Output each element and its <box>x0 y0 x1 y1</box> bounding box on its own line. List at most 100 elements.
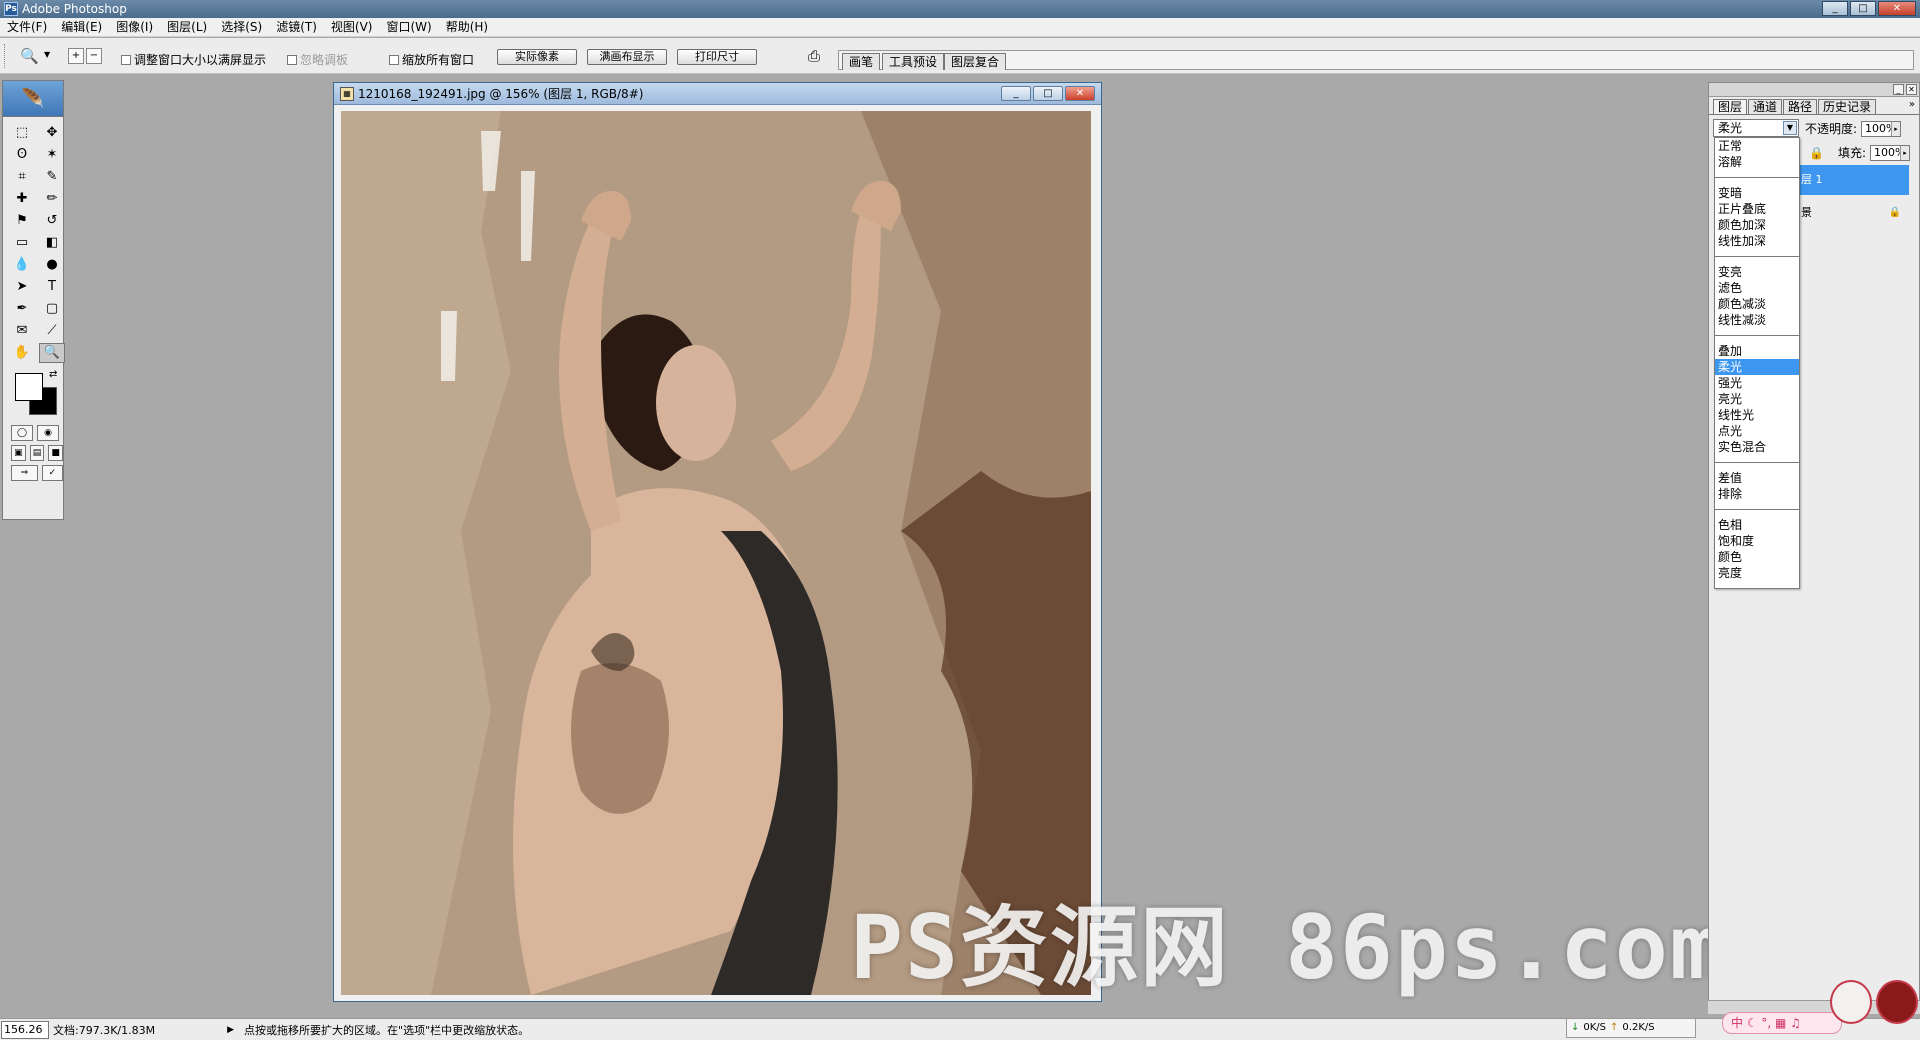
menu-item-3[interactable]: 图层(L) <box>160 18 214 37</box>
menu-item-5[interactable]: 滤镜(T) <box>269 18 324 37</box>
blend-mode-option[interactable]: 点光 <box>1715 423 1799 439</box>
blend-mode-option[interactable]: 柔光 <box>1715 359 1799 375</box>
lasso-tool-icon[interactable]: ʘ <box>9 145 35 165</box>
palette-well-tab-layer-comps[interactable]: 图层复合 <box>944 53 1007 70</box>
blend-mode-option[interactable]: 饱和度 <box>1715 533 1799 549</box>
blend-mode-option[interactable]: 亮光 <box>1715 391 1799 407</box>
blend-mode-option[interactable]: 线性减淡 <box>1715 312 1799 328</box>
toolbox-feather-logo[interactable]: 🪶 <box>3 81 63 117</box>
healing-tool-icon[interactable]: ✚ <box>9 189 35 209</box>
blend-mode-select[interactable]: 柔光 ▼ <box>1713 119 1799 137</box>
blend-mode-option[interactable]: 正常 <box>1715 138 1799 154</box>
tab-channels[interactable]: 通道 <box>1748 99 1783 114</box>
menu-item-1[interactable]: 编辑(E) <box>54 18 109 37</box>
eyedropper-tool-icon[interactable]: ⟋ <box>39 321 65 341</box>
close-button[interactable]: ✕ <box>1878 1 1916 16</box>
layer-row-background[interactable]: 景 🔒 <box>1797 198 1909 228</box>
zoom-in-icon[interactable]: + <box>68 48 84 64</box>
blend-mode-option[interactable]: 排除 <box>1715 486 1799 502</box>
hand-tool-icon[interactable]: ✋ <box>9 343 35 363</box>
menu-item-4[interactable]: 选择(S) <box>214 18 269 37</box>
opacity-field[interactable]: 100% ▸ <box>1861 120 1902 137</box>
blend-mode-option[interactable]: 色相 <box>1715 517 1799 533</box>
pen-tool-icon[interactable]: ✒ <box>9 299 35 319</box>
panel-close-icon[interactable]: ✕ <box>1906 84 1917 95</box>
blur-tool-icon[interactable]: 💧 <box>9 255 35 275</box>
chevron-down-icon[interactable]: ▼ <box>1783 121 1797 135</box>
screen-mode-standard-icon[interactable]: ▣ <box>11 445 26 461</box>
blend-mode-option[interactable]: 颜色 <box>1715 549 1799 565</box>
shape-tool-icon[interactable]: ▢ <box>39 299 65 319</box>
document-size-info[interactable]: 文档:797.3K/1.83M <box>53 1022 155 1038</box>
slice-tool-icon[interactable]: ✎ <box>39 167 65 187</box>
blend-mode-option[interactable]: 实色混合 <box>1715 439 1799 455</box>
crop-tool-icon[interactable]: ⌗ <box>9 167 35 187</box>
zoom-out-icon[interactable]: − <box>86 48 102 64</box>
gradient-tool-icon[interactable]: ◧ <box>39 233 65 253</box>
eraser-tool-icon[interactable]: ▭ <box>9 233 35 253</box>
menu-item-7[interactable]: 窗口(W) <box>379 18 438 37</box>
layers-panel-header[interactable]: _ ✕ <box>1709 83 1919 97</box>
network-monitor-widget[interactable]: ↓ 0K/S ↑ 0.2K/S <box>1566 1018 1696 1038</box>
document-canvas-photo[interactable] <box>341 111 1091 995</box>
fill-stepper-icon[interactable]: ▸ <box>1900 145 1909 160</box>
document-maximize-button[interactable]: □ <box>1033 86 1063 101</box>
menu-item-8[interactable]: 帮助(H) <box>439 18 495 37</box>
actual-pixels-button[interactable]: 实际像素 <box>497 49 577 65</box>
palette-well-tab-tool-presets[interactable]: 工具预设 <box>882 53 945 70</box>
move-tool-icon[interactable]: ✥ <box>39 123 65 143</box>
palette-well-tab-brushes[interactable]: 画笔 <box>842 53 881 70</box>
screen-mode-full-icon[interactable]: ■ <box>48 445 64 461</box>
ime-toolbar[interactable]: 中 ☾ °, ▦ ♫ <box>1722 1012 1842 1034</box>
blend-mode-option[interactable]: 亮度 <box>1715 565 1799 581</box>
imageready-check-icon[interactable]: ✓ <box>41 465 63 481</box>
blend-mode-option[interactable]: 正片叠底 <box>1715 201 1799 217</box>
brush-tool-icon[interactable]: ✏ <box>39 189 65 209</box>
fill-field[interactable]: 100% ▸ <box>1870 144 1910 161</box>
tab-layers[interactable]: 图层 <box>1713 99 1748 114</box>
blend-mode-option[interactable]: 线性加深 <box>1715 233 1799 249</box>
notes-tool-icon[interactable]: ✉ <box>9 321 35 341</box>
blend-mode-option[interactable]: 滤色 <box>1715 280 1799 296</box>
tool-preset-dropdown-icon[interactable]: ▼ <box>44 50 50 59</box>
dodge-tool-icon[interactable]: ● <box>39 255 65 275</box>
blend-mode-option[interactable]: 溶解 <box>1715 154 1799 170</box>
blend-mode-option[interactable]: 变暗 <box>1715 185 1799 201</box>
layer-row-layer1[interactable]: 层 1 <box>1797 165 1909 195</box>
opacity-stepper-icon[interactable]: ▸ <box>1891 121 1901 136</box>
document-minimize-button[interactable]: _ <box>1001 86 1031 101</box>
status-menu-arrow-icon[interactable]: ▶ <box>227 1025 234 1035</box>
path-select-tool-icon[interactable]: ➤ <box>9 277 35 297</box>
foreground-color-swatch[interactable] <box>15 373 43 401</box>
blend-mode-option[interactable]: 变亮 <box>1715 264 1799 280</box>
history-brush-tool-icon[interactable]: ↺ <box>39 211 65 231</box>
lock-icon[interactable]: 🔒 <box>1809 146 1824 160</box>
screen-mode-menu-icon[interactable]: ▤ <box>29 445 45 461</box>
options-bar-grip[interactable] <box>4 44 9 68</box>
menu-item-6[interactable]: 视图(V) <box>324 18 380 37</box>
standard-mode-icon[interactable]: ◯ <box>11 425 33 441</box>
maximize-button[interactable]: □ <box>1850 1 1876 16</box>
panel-minimize-icon[interactable]: _ <box>1893 84 1904 95</box>
print-size-button[interactable]: 打印尺寸 <box>677 49 757 65</box>
minimize-button[interactable]: _ <box>1822 1 1848 16</box>
blend-mode-option[interactable]: 线性光 <box>1715 407 1799 423</box>
blend-mode-option[interactable]: 颜色加深 <box>1715 217 1799 233</box>
menu-item-0[interactable]: 文件(F) <box>0 18 54 37</box>
document-title-bar[interactable]: ▦ 1210168_192491.jpg @ 156% (图层 1, RGB/8… <box>334 83 1101 105</box>
zoom-tool-icon[interactable]: 🔍 <box>39 343 65 363</box>
stamp-tool-icon[interactable]: ⚑ <box>9 211 35 231</box>
blend-mode-option[interactable]: 叠加 <box>1715 343 1799 359</box>
fit-screen-button[interactable]: 满画布显示 <box>587 49 667 65</box>
fit-window-checkbox[interactable]: 调整窗口大小以满屏显示 <box>121 51 266 68</box>
quick-mask-mode-icon[interactable]: ◉ <box>37 425 59 441</box>
magic-wand-tool-icon[interactable]: ✶ <box>39 145 65 165</box>
type-tool-icon[interactable]: T <box>39 277 65 297</box>
ignore-palettes-checkbox[interactable]: 忽略调板 <box>287 51 348 68</box>
file-browser-icon[interactable]: ⎙ <box>808 47 820 65</box>
blend-mode-option[interactable]: 颜色减淡 <box>1715 296 1799 312</box>
tab-history[interactable]: 历史记录 <box>1818 99 1877 114</box>
blend-mode-option[interactable]: 强光 <box>1715 375 1799 391</box>
tab-paths[interactable]: 路径 <box>1783 99 1818 114</box>
panel-menu-icon[interactable]: » <box>1909 99 1915 114</box>
